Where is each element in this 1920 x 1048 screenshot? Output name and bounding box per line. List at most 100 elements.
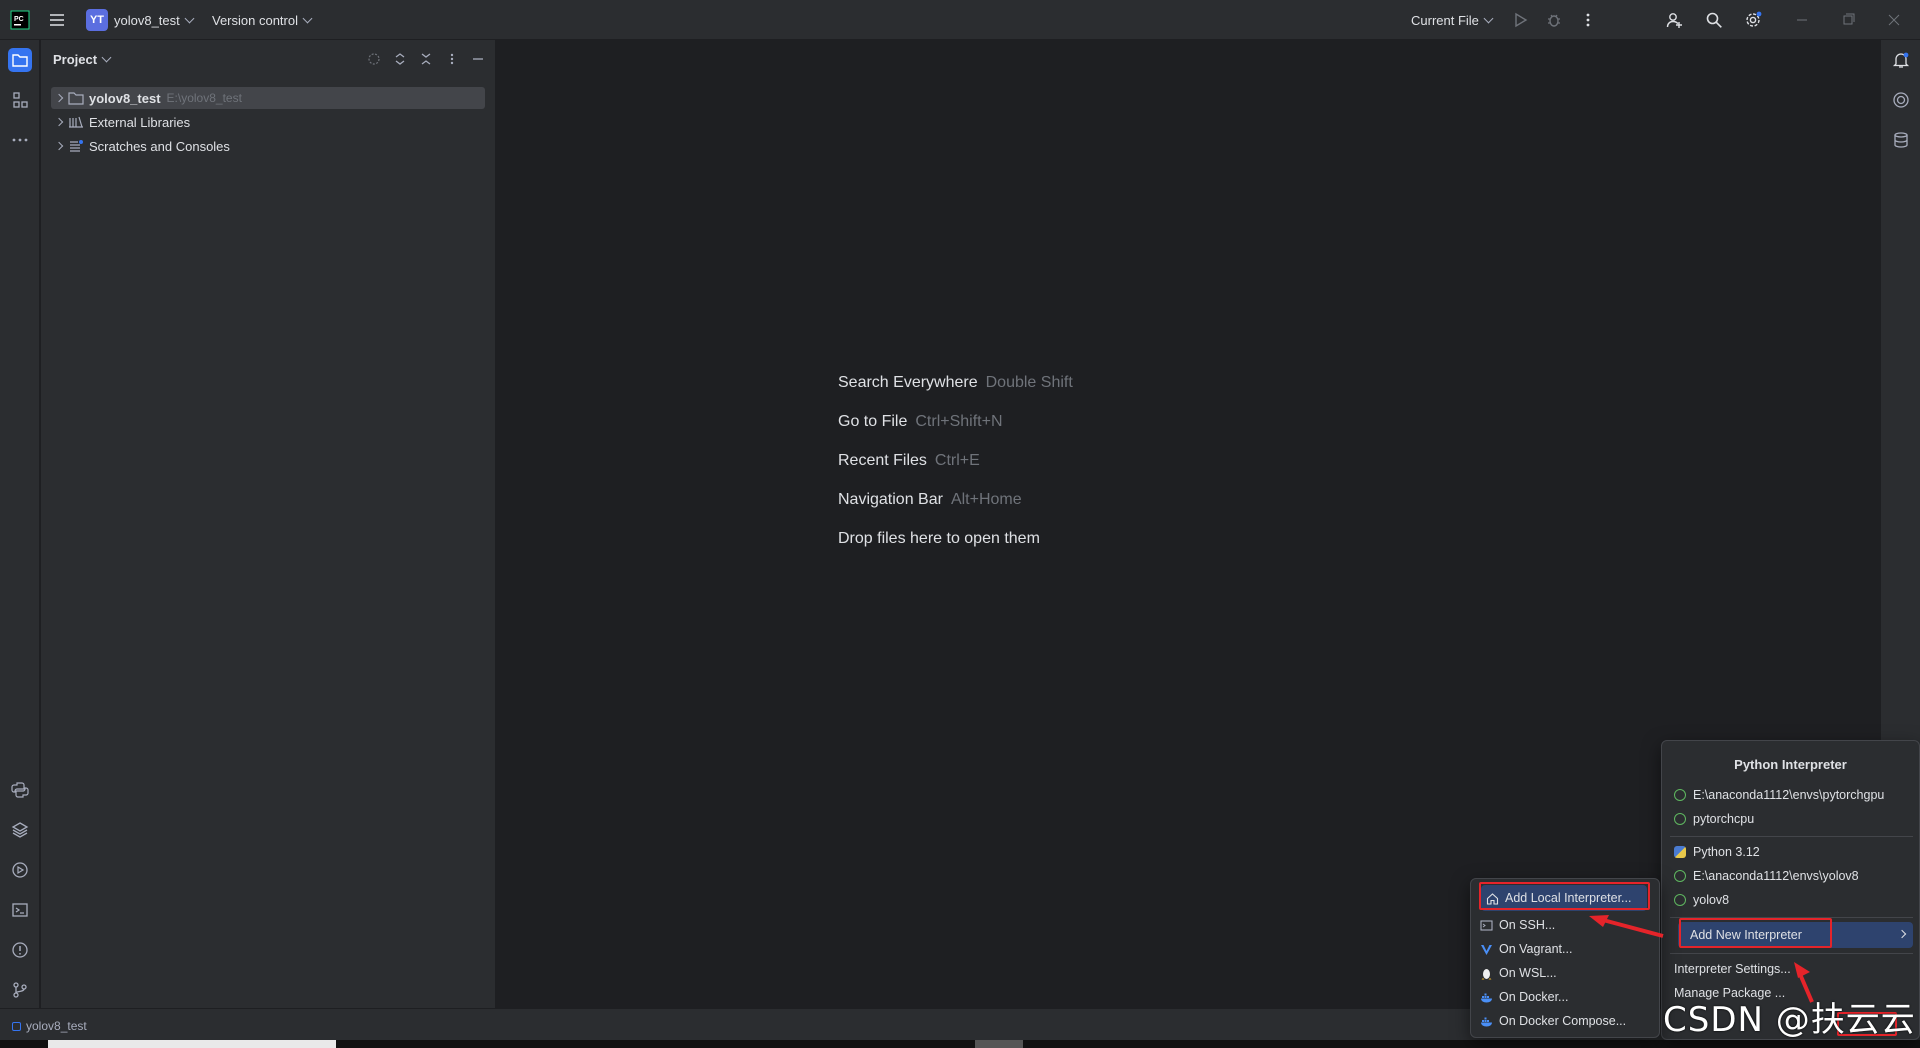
git-branch-icon[interactable] — [8, 978, 32, 1002]
run-icon[interactable] — [1508, 8, 1532, 32]
hint-search-everywhere: Search Everywhere Double Shift — [838, 374, 1073, 392]
vcs-label: Version control — [212, 12, 298, 28]
interpreter-item[interactable]: Python 3.12 — [1674, 841, 1760, 863]
divider — [1670, 836, 1913, 837]
services-icon[interactable] — [8, 858, 32, 882]
on-wsl-item[interactable]: On WSL... — [1479, 962, 1557, 984]
chevron-down-icon — [101, 52, 112, 63]
divider — [1670, 953, 1913, 954]
project-selector[interactable]: YT yolov8_test — [86, 0, 195, 40]
interpreter-item[interactable]: E:\anaconda1112\envs\pytorchgpu — [1674, 784, 1884, 806]
python-console-icon[interactable] — [8, 778, 32, 802]
hide-panel-icon[interactable] — [469, 50, 487, 68]
chevron-down-icon — [302, 13, 313, 23]
settings-gear-icon[interactable] — [1741, 8, 1765, 32]
hint-label: Go to File — [838, 413, 908, 430]
locate-file-icon[interactable] — [365, 50, 383, 68]
interpreter-label: pytorchcpu — [1693, 812, 1755, 826]
interpreter-label: E:\anaconda1112\envs\pytorchgpu — [1693, 788, 1885, 802]
hint-shortcut: Double Shift — [985, 374, 1073, 391]
chevron-right-icon[interactable] — [51, 117, 67, 127]
annotation-arrow — [1589, 915, 1664, 938]
ring-icon — [1674, 789, 1686, 801]
project-folder-icon[interactable] — [8, 48, 32, 72]
debug-icon[interactable] — [1542, 8, 1566, 32]
layers-icon[interactable] — [8, 818, 32, 842]
title-bar: PC YT yolov8_test Version control Curren… — [0, 0, 1920, 40]
annotation-box — [1479, 882, 1650, 910]
options-icon[interactable] — [443, 50, 461, 68]
ring-icon — [1674, 813, 1686, 825]
breadcrumb[interactable]: yolov8_test — [12, 1019, 87, 1033]
minimize-window-icon[interactable] — [1790, 8, 1814, 32]
project-panel-actions — [365, 50, 487, 68]
tree-item-external-libraries[interactable]: External Libraries — [51, 111, 485, 133]
tree-item-scratches[interactable]: Scratches and Consoles — [51, 135, 485, 157]
taskbar-segment — [975, 1040, 1023, 1048]
hint-navigation-bar: Navigation Bar Alt+Home — [838, 491, 1022, 509]
on-ssh-item[interactable]: On SSH... — [1479, 914, 1555, 936]
on-docker-item[interactable]: On Docker... — [1479, 986, 1568, 1008]
project-panel-title[interactable]: Project — [53, 52, 112, 67]
more-tools-icon[interactable] — [8, 128, 32, 152]
submenu-label: On Docker Compose... — [1499, 1014, 1627, 1028]
on-docker-compose-item[interactable]: On Docker Compose... — [1479, 1010, 1626, 1032]
tree-item-project-root[interactable]: yolov8_test E:\yolov8_test — [51, 87, 485, 109]
os-taskbar — [0, 1040, 1920, 1048]
chevron-right-icon — [1897, 929, 1907, 939]
search-icon[interactable] — [1702, 8, 1726, 32]
ring-icon — [1674, 870, 1686, 882]
interpreter-label: yolov8 — [1693, 893, 1730, 907]
module-icon — [12, 1021, 21, 1031]
chevron-down-icon — [1483, 13, 1494, 23]
tree-item-path: E:\yolov8_test — [166, 91, 242, 105]
breadcrumb-label: yolov8_test — [26, 1019, 87, 1033]
hint-recent-files: Recent Files Ctrl+E — [838, 452, 980, 470]
collapse-all-icon[interactable] — [417, 50, 435, 68]
left-tool-strip — [0, 40, 40, 1008]
interpreter-item[interactable]: yolov8 — [1674, 889, 1729, 911]
more-options-icon[interactable] — [1576, 8, 1600, 32]
pycharm-logo-icon[interactable]: PC — [10, 0, 30, 40]
problems-icon[interactable] — [8, 938, 32, 962]
main-menu-icon[interactable] — [48, 0, 66, 40]
interpreter-label: E:\anaconda1112\envs\yolov8 — [1693, 869, 1859, 883]
taskbar-segment — [48, 1040, 336, 1048]
expand-all-icon[interactable] — [391, 50, 409, 68]
svg-text:PC: PC — [14, 16, 24, 23]
add-user-icon[interactable] — [1663, 8, 1687, 32]
ai-assistant-icon[interactable] — [1889, 88, 1913, 112]
project-name: yolov8_test — [114, 12, 180, 28]
structure-icon[interactable] — [8, 88, 32, 112]
database-icon[interactable] — [1889, 128, 1913, 152]
docker-icon — [1479, 990, 1493, 1004]
ring-icon — [1674, 894, 1686, 906]
notifications-bell-icon[interactable] — [1889, 48, 1913, 72]
watermark: CSDN @扶云云 — [1663, 1000, 1916, 1040]
vcs-selector[interactable]: Version control — [212, 0, 313, 40]
vagrant-icon — [1479, 942, 1493, 956]
linux-icon — [1479, 966, 1493, 980]
interpreter-label: Python 3.12 — [1693, 845, 1760, 859]
project-tool-window: Project yolov8_test E:\yolov8_test Exter… — [41, 40, 496, 1008]
submenu-label: On Vagrant... — [1499, 942, 1573, 956]
terminal-icon[interactable] — [8, 898, 32, 922]
close-window-icon[interactable] — [1882, 8, 1906, 32]
on-vagrant-item[interactable]: On Vagrant... — [1479, 938, 1572, 960]
tree-item-label: External Libraries — [89, 114, 191, 130]
run-config-selector[interactable]: Current File — [1411, 0, 1494, 40]
interpreter-settings-item[interactable]: Interpreter Settings... — [1674, 958, 1791, 980]
interpreter-settings-label: Interpreter Settings... — [1674, 962, 1791, 976]
interpreter-item[interactable]: pytorchcpu — [1674, 808, 1754, 830]
restore-window-icon[interactable] — [1836, 8, 1860, 32]
hint-label: Navigation Bar — [838, 491, 943, 508]
hint-drop-files: Drop files here to open them — [838, 530, 1040, 548]
tree-item-label: yolov8_test — [89, 90, 161, 106]
project-badge: YT — [86, 9, 108, 31]
folder-icon — [67, 90, 85, 106]
popup-title: Python Interpreter — [1734, 757, 1847, 772]
chevron-right-icon[interactable] — [51, 93, 67, 103]
interpreter-item[interactable]: E:\anaconda1112\envs\yolov8 — [1674, 865, 1859, 887]
chevron-down-icon — [184, 13, 195, 23]
chevron-right-icon[interactable] — [51, 141, 67, 151]
